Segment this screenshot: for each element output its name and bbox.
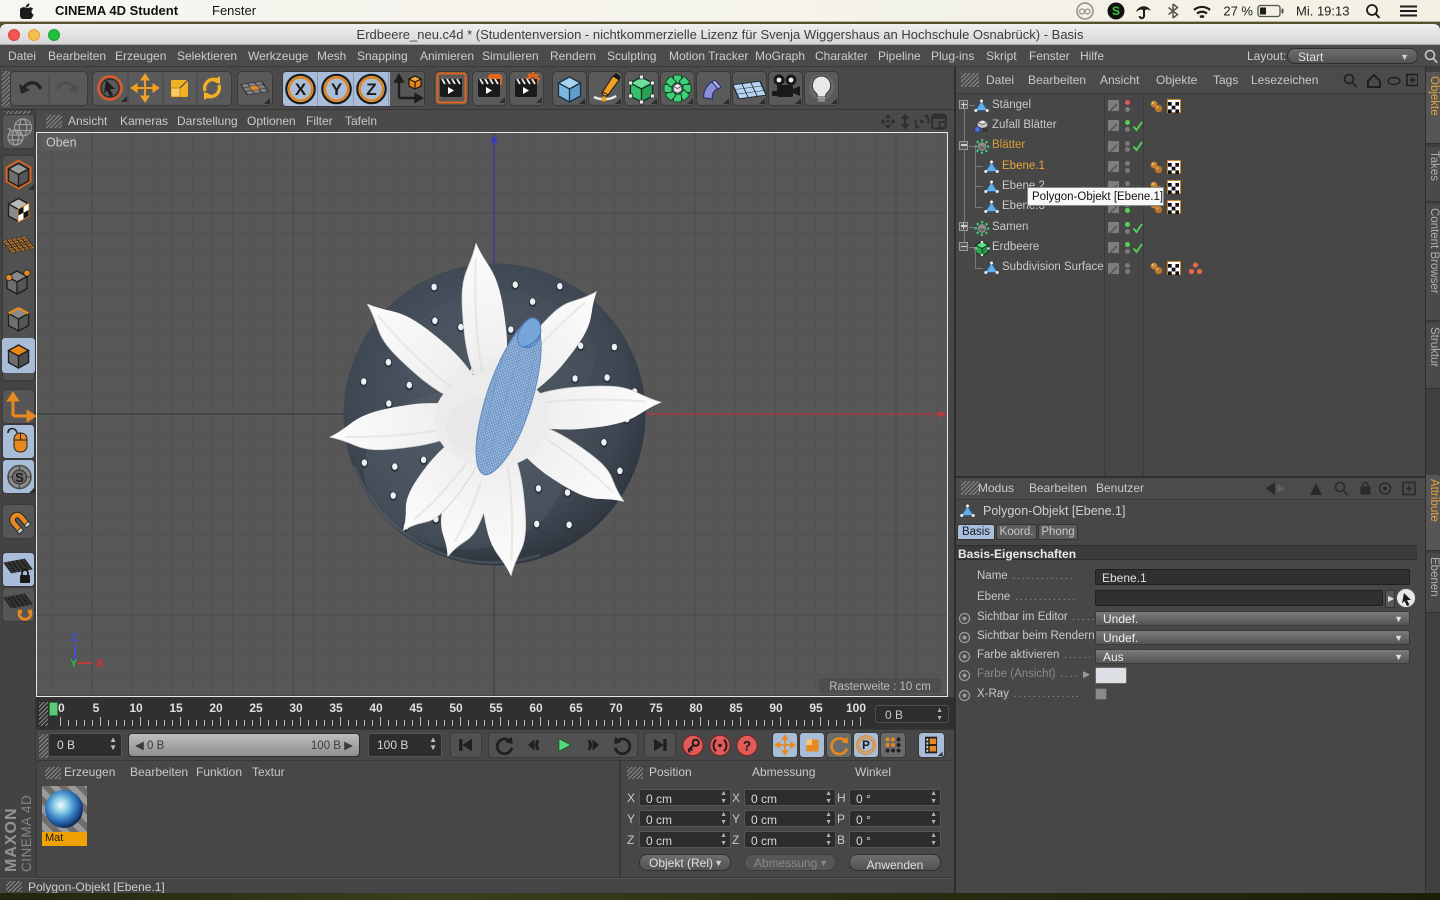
svg-text:Rasterweite : 10 cm: Rasterweite : 10 cm bbox=[829, 681, 931, 693]
svg-text:Z: Z bbox=[366, 80, 376, 99]
svg-text:Z: Z bbox=[71, 632, 78, 644]
svg-text:27 %: 27 % bbox=[1223, 4, 1253, 19]
svg-text:?: ? bbox=[743, 738, 751, 753]
svg-text:Oben: Oben bbox=[46, 136, 77, 150]
svg-text:Y: Y bbox=[330, 80, 342, 99]
svg-text:S: S bbox=[15, 470, 24, 485]
svg-text:X: X bbox=[96, 658, 104, 670]
svg-text:P: P bbox=[862, 740, 870, 752]
svg-text:Y: Y bbox=[70, 658, 78, 670]
svg-text:Mi. 19:13: Mi. 19:13 bbox=[1296, 4, 1349, 19]
svg-text:X: X bbox=[295, 80, 307, 99]
svg-text:S: S bbox=[1112, 4, 1120, 18]
